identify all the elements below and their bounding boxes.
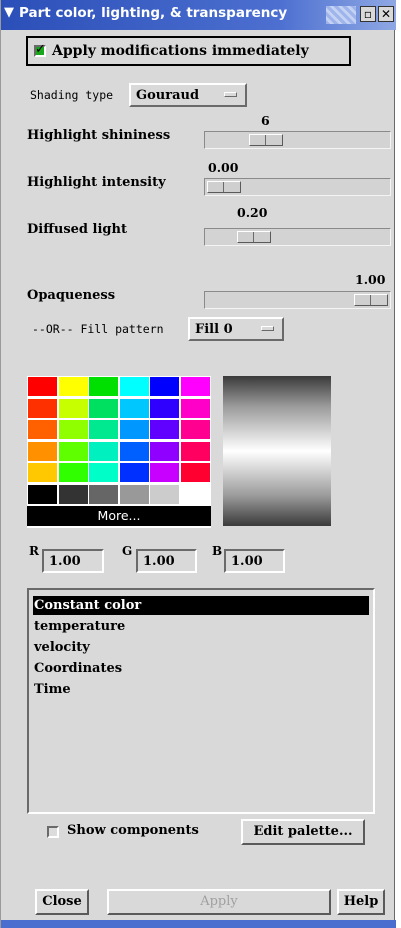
color-swatch[interactable]: [58, 420, 88, 439]
fill-pattern-menu[interactable]: Fill 0: [188, 317, 284, 341]
option-menu-indicator-icon: [261, 326, 274, 331]
apply-button[interactable]: Apply: [107, 889, 331, 915]
fill-pattern-label: --OR-- Fill pattern: [32, 322, 164, 336]
show-components-label[interactable]: Show components: [67, 823, 199, 838]
red-label: R: [29, 544, 39, 558]
color-swatch[interactable]: [28, 484, 57, 504]
color-swatch[interactable]: [89, 463, 118, 482]
color-swatch[interactable]: [58, 484, 88, 504]
green-label: G: [122, 544, 133, 558]
color-swatch[interactable]: [150, 420, 179, 439]
shading-type-value: Gouraud: [136, 88, 200, 103]
highlight-shininess-label: Highlight shininess: [27, 128, 171, 143]
color-swatch[interactable]: [150, 463, 179, 482]
highlight-shininess-value: 6: [261, 113, 270, 128]
highlight-intensity-slider[interactable]: [204, 178, 391, 196]
color-swatch[interactable]: [180, 441, 210, 461]
highlight-intensity-label: Highlight intensity: [27, 175, 166, 190]
diffused-light-label: Diffused light: [27, 222, 127, 237]
color-swatch[interactable]: [58, 463, 88, 482]
more-colors-button[interactable]: More...: [27, 506, 211, 526]
color-swatch[interactable]: [119, 398, 149, 418]
red-field[interactable]: 1.00: [42, 549, 104, 573]
list-item[interactable]: Coordinates: [33, 659, 369, 678]
color-swatch[interactable]: [28, 420, 57, 439]
slider-thumb[interactable]: [249, 134, 283, 146]
blue-value: 1.00: [231, 554, 263, 569]
check-icon: ✓: [35, 42, 46, 57]
diffused-light-value: 0.20: [237, 205, 268, 220]
color-swatch[interactable]: [89, 484, 118, 504]
slider-thumb[interactable]: [354, 294, 388, 306]
shading-type-label: Shading type: [30, 88, 114, 102]
window-menu-icon[interactable]: ▼: [4, 6, 18, 20]
color-swatch[interactable]: [28, 441, 57, 461]
color-swatch[interactable]: [119, 377, 149, 396]
list-item[interactable]: temperature: [33, 617, 369, 636]
apply-immediately-toggle[interactable]: ✓ Apply modifications immediately: [26, 36, 351, 66]
color-swatch[interactable]: [180, 398, 210, 418]
list-item[interactable]: Constant color: [33, 596, 369, 615]
list-item[interactable]: velocity: [33, 638, 369, 657]
close-icon[interactable]: ✕: [378, 6, 394, 22]
color-swatch[interactable]: [119, 441, 149, 461]
color-swatch[interactable]: [28, 463, 57, 482]
blue-label: B: [212, 544, 223, 558]
color-swatch[interactable]: [119, 484, 149, 504]
window-title: Part color, lighting, & transparency: [19, 5, 288, 21]
fill-pattern-value: Fill 0: [195, 322, 233, 337]
close-button[interactable]: Close: [35, 889, 89, 915]
variable-list[interactable]: Constant color temperature velocity Coordin…: [27, 588, 375, 814]
option-menu-indicator-icon: [224, 92, 237, 97]
red-value: 1.00: [49, 554, 81, 569]
title-drag-area[interactable]: [326, 6, 356, 24]
green-field[interactable]: 1.00: [136, 549, 197, 573]
opaqueness-value: 1.00: [355, 272, 386, 287]
diffused-light-slider[interactable]: [204, 228, 391, 246]
highlight-intensity-value: 0.00: [208, 160, 239, 175]
color-swatch[interactable]: [180, 377, 210, 396]
green-value: 1.00: [143, 554, 175, 569]
help-button[interactable]: Help: [337, 889, 385, 915]
color-swatch[interactable]: [58, 377, 88, 396]
color-swatch[interactable]: [89, 398, 118, 418]
color-swatch[interactable]: [89, 377, 118, 396]
color-swatch[interactable]: [89, 420, 118, 439]
color-swatch[interactable]: [150, 441, 179, 461]
slider-thumb[interactable]: [207, 181, 241, 193]
color-swatch[interactable]: [58, 398, 88, 418]
apply-immediately-checkbox[interactable]: ✓: [34, 42, 46, 57]
highlight-shininess-slider[interactable]: [204, 131, 391, 149]
list-item[interactable]: Time: [33, 680, 369, 699]
color-swatch[interactable]: [150, 377, 179, 396]
color-swatch[interactable]: [180, 420, 210, 439]
color-swatch[interactable]: [119, 420, 149, 439]
color-swatch[interactable]: [150, 484, 179, 504]
edit-palette-button[interactable]: Edit palette...: [241, 819, 365, 845]
shading-type-menu[interactable]: Gouraud: [129, 83, 247, 107]
dialog-window: ▼ Part color, lighting, & transparency ▫…: [0, 0, 396, 928]
color-swatch[interactable]: [89, 441, 118, 461]
title-bar[interactable]: ▼ Part color, lighting, & transparency ▫…: [1, 0, 396, 30]
opaqueness-label: Opaqueness: [27, 288, 116, 303]
color-swatch[interactable]: [180, 463, 210, 482]
color-swatch[interactable]: [58, 441, 88, 461]
color-swatch[interactable]: [180, 484, 210, 504]
desktop-strip: [1, 920, 396, 928]
slider-thumb[interactable]: [237, 231, 271, 243]
show-components-checkbox[interactable]: [47, 826, 59, 838]
blue-field[interactable]: 1.00: [224, 549, 285, 573]
color-swatch[interactable]: [28, 398, 57, 418]
apply-immediately-label: Apply modifications immediately: [52, 43, 309, 59]
intensity-gradient[interactable]: [223, 376, 331, 526]
color-swatch[interactable]: [28, 377, 57, 396]
color-swatch[interactable]: [119, 463, 149, 482]
minimize-icon[interactable]: ▫: [360, 6, 376, 22]
opaqueness-slider[interactable]: [204, 291, 391, 309]
color-swatch[interactable]: [150, 398, 179, 418]
